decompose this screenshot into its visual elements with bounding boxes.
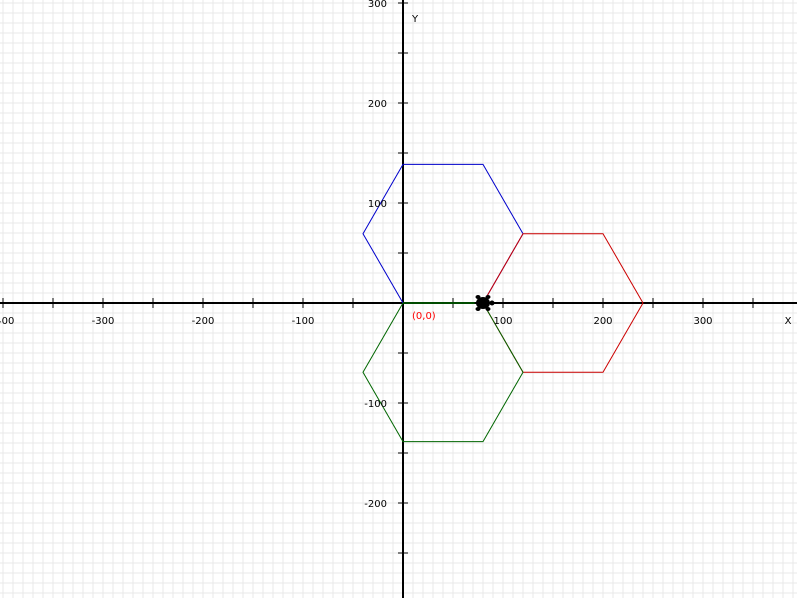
x-tick-label: 200 (593, 316, 612, 327)
x-axis-name: X (785, 316, 792, 327)
plot-svg: -400 -300 -200 -100 100 200 300 300 200 100 -100 -2… (0, 0, 797, 598)
x-tick-label: -300 (92, 316, 115, 327)
y-axis-name: Y (411, 14, 419, 25)
axes (0, 0, 797, 598)
y-tick-label: 300 (368, 0, 387, 10)
turtle-shell (476, 297, 490, 309)
turtle-canvas: -400 -300 -200 -100 100 200 300 300 200 100 -100 -2… (0, 0, 797, 598)
y-tick-label: -100 (364, 399, 387, 410)
x-tick-label: -200 (192, 316, 215, 327)
origin-label: (0,0) (412, 311, 436, 322)
turtle-shape (474, 295, 495, 311)
x-tick-label: 300 (693, 316, 712, 327)
turtle-icon (474, 295, 495, 311)
y-tick-label: 100 (368, 199, 387, 210)
y-tick-label: -200 (364, 499, 387, 510)
x-tick-label: -400 (0, 316, 14, 327)
turtle-head (489, 300, 495, 306)
grid (0, 0, 797, 598)
x-tick-label: 100 (493, 316, 512, 327)
y-tick-label: 200 (368, 99, 387, 110)
x-tick-label: -100 (292, 316, 315, 327)
